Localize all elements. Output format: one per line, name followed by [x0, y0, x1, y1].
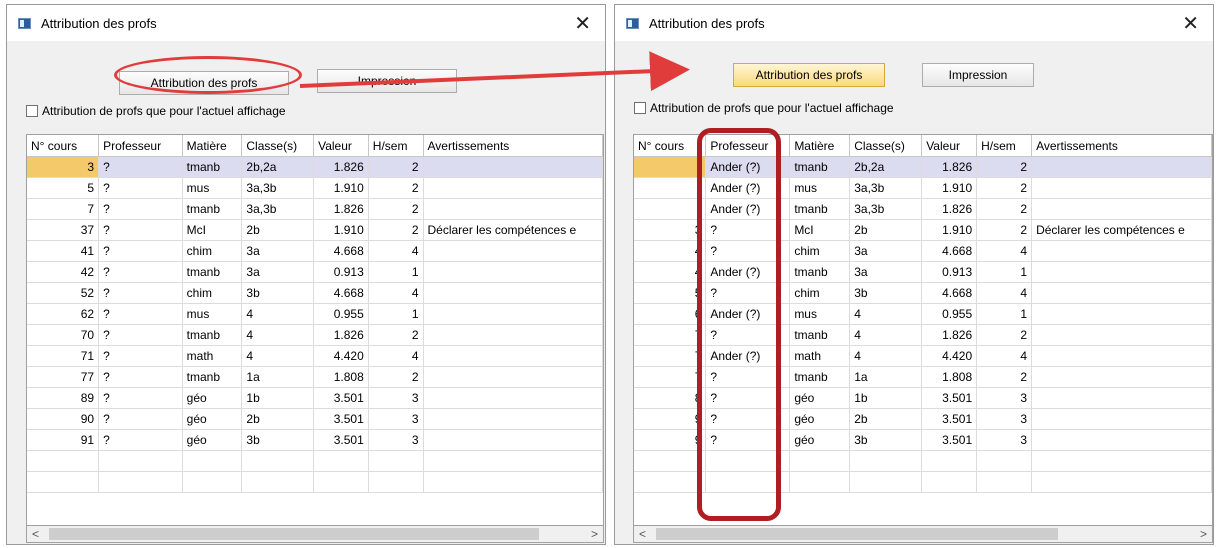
annotation-arrow: [299, 51, 690, 92]
highlight-professor-column: [697, 128, 781, 521]
arrow-line: [299, 51, 690, 92]
